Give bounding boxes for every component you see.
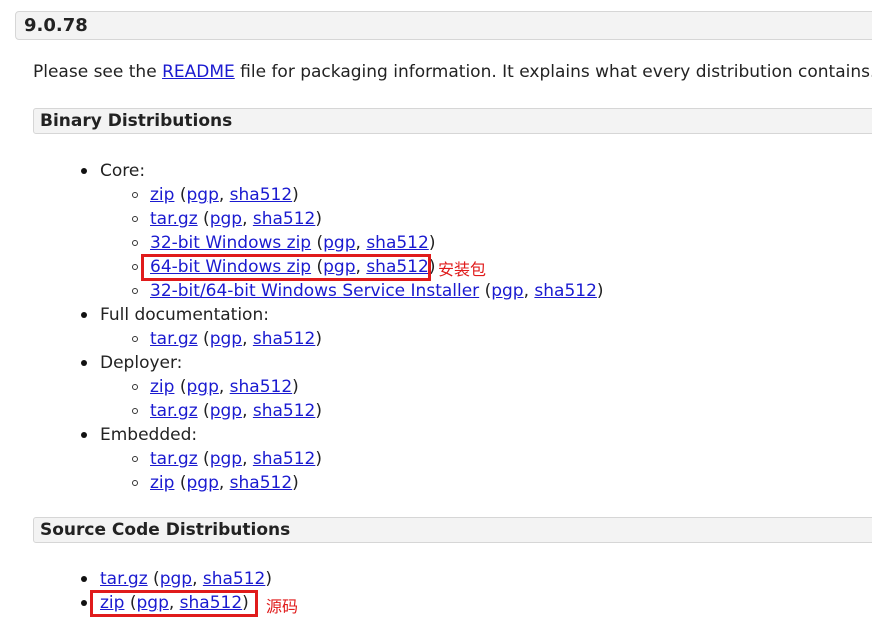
sub-bullet (132, 336, 138, 342)
source-distributions-header: Source Code Distributions (33, 517, 872, 543)
bullet-deployer (81, 360, 87, 366)
embedded-targz-pgp-link[interactable]: pgp (210, 449, 242, 469)
bullet-embedded (81, 432, 87, 438)
bullet-core (81, 168, 87, 174)
core-win32-pgp-link[interactable]: pgp (323, 233, 355, 253)
core-label: Core: (100, 161, 146, 181)
sub-bullet (132, 480, 138, 486)
list-item-deployer-zip: zip (pgp, sha512) (150, 377, 299, 397)
list-item-embedded-targz: tar.gz (pgp, sha512) (150, 449, 323, 469)
deployer-targz-link[interactable]: tar.gz (150, 401, 198, 421)
fulldoc-label: Full documentation: (100, 305, 269, 325)
version-title: 9.0.78 (24, 15, 88, 36)
readme-link[interactable]: README (162, 62, 235, 82)
bullet-fulldoc (81, 312, 87, 318)
core-win32-sha512-link[interactable]: sha512 (366, 233, 429, 253)
core-installer-sha512-link[interactable]: sha512 (534, 281, 597, 301)
installer-highlight-box (141, 254, 431, 281)
version-header: 9.0.78 (15, 11, 872, 40)
sub-bullet (132, 264, 138, 270)
fulldoc-pgp-link[interactable]: pgp (210, 329, 242, 349)
core-zip-sha512-link[interactable]: sha512 (230, 185, 293, 205)
sub-bullet (132, 456, 138, 462)
core-zip-link[interactable]: zip (150, 185, 174, 205)
embedded-targz-link[interactable]: tar.gz (150, 449, 198, 469)
source-targz-sha512-link[interactable]: sha512 (203, 569, 266, 589)
embedded-label: Embedded: (100, 425, 198, 445)
bullet-source-targz (81, 576, 87, 582)
intro-text: Please see the README file for packaging… (33, 62, 872, 82)
source-annotation: 源码 (266, 597, 299, 616)
installer-annotation: 安装包 (438, 260, 487, 279)
list-item-core-zip: zip (pgp, sha512) (150, 185, 299, 205)
core-targz-pgp-link[interactable]: pgp (210, 209, 242, 229)
sub-bullet (132, 408, 138, 414)
binary-distributions-header: Binary Distributions (33, 108, 872, 134)
source-highlight-box (90, 590, 258, 617)
sub-bullet (132, 216, 138, 222)
core-service-installer-link[interactable]: 32-bit/64-bit Windows Service Installer (150, 281, 479, 301)
sub-bullet (132, 384, 138, 390)
source-targz-link[interactable]: tar.gz (100, 569, 148, 589)
list-item-source-targz: tar.gz (pgp, sha512) (100, 569, 273, 589)
source-targz-pgp-link[interactable]: pgp (160, 569, 192, 589)
bullet-source-zip (81, 600, 87, 606)
embedded-targz-sha512-link[interactable]: sha512 (253, 449, 316, 469)
core-targz-link[interactable]: tar.gz (150, 209, 198, 229)
core-installer-pgp-link[interactable]: pgp (491, 281, 523, 301)
list-item-embedded-zip: zip (pgp, sha512) (150, 473, 299, 493)
list-item-core-service-installer: 32-bit/64-bit Windows Service Installer … (150, 281, 604, 301)
embedded-zip-link[interactable]: zip (150, 473, 174, 493)
list-item-fulldoc-targz: tar.gz (pgp, sha512) (150, 329, 323, 349)
embedded-zip-pgp-link[interactable]: pgp (186, 473, 218, 493)
download-page: 9.0.78 Please see the README file for pa… (0, 0, 872, 630)
deployer-zip-sha512-link[interactable]: sha512 (230, 377, 293, 397)
sub-bullet (132, 288, 138, 294)
embedded-zip-sha512-link[interactable]: sha512 (230, 473, 293, 493)
deployer-label: Deployer: (100, 353, 183, 373)
core-zip-pgp-link[interactable]: pgp (186, 185, 218, 205)
sub-bullet (132, 240, 138, 246)
core-win32-zip-link[interactable]: 32-bit Windows zip (150, 233, 311, 253)
list-item-core-win32zip: 32-bit Windows zip (pgp, sha512) (150, 233, 436, 253)
list-item-core-targz: tar.gz (pgp, sha512) (150, 209, 323, 229)
deployer-targz-sha512-link[interactable]: sha512 (253, 401, 316, 421)
core-targz-sha512-link[interactable]: sha512 (253, 209, 316, 229)
deployer-zip-pgp-link[interactable]: pgp (186, 377, 218, 397)
deployer-targz-pgp-link[interactable]: pgp (210, 401, 242, 421)
list-item-deployer-targz: tar.gz (pgp, sha512) (150, 401, 323, 421)
sub-bullet (132, 192, 138, 198)
deployer-zip-link[interactable]: zip (150, 377, 174, 397)
fulldoc-sha512-link[interactable]: sha512 (253, 329, 316, 349)
fulldoc-targz-link[interactable]: tar.gz (150, 329, 198, 349)
